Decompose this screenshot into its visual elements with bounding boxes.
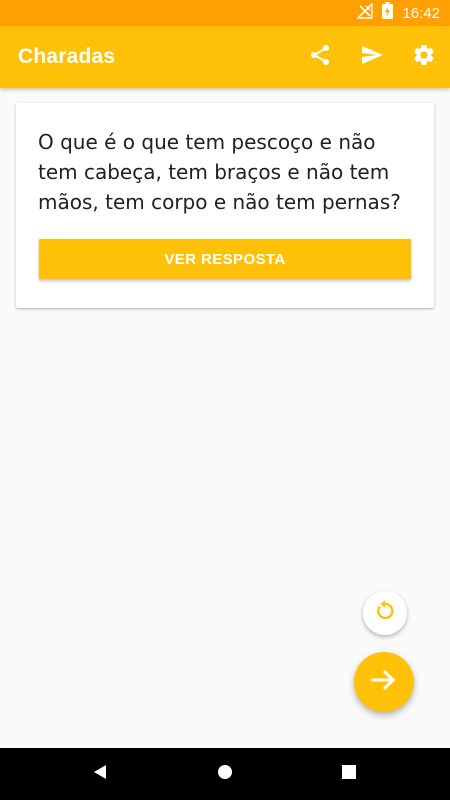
status-icons: 16:42 [356, 0, 440, 26]
home-icon [217, 764, 233, 785]
back-button[interactable] [70, 748, 130, 800]
app-title: Charadas [18, 45, 116, 68]
riddle-card: O que é o que tem pescoço e não tem cabe… [16, 103, 434, 308]
share-button[interactable] [294, 26, 346, 88]
send-button[interactable] [346, 26, 398, 88]
settings-icon [412, 43, 436, 72]
recents-button[interactable] [319, 748, 379, 800]
status-time: 16:42 [402, 4, 440, 22]
home-button[interactable] [195, 748, 255, 800]
status-bar: 16:42 [0, 0, 450, 26]
reset-button[interactable] [363, 591, 407, 635]
show-answer-button[interactable]: VER RESPOSTA [39, 239, 411, 279]
next-riddle-button[interactable] [354, 652, 414, 712]
signal-off-icon [356, 1, 374, 24]
settings-button[interactable] [398, 26, 450, 88]
recents-icon [342, 764, 356, 784]
arrow-right-icon [369, 665, 399, 700]
app-actions [294, 26, 450, 88]
share-icon [308, 43, 332, 72]
battery-charging-icon [382, 2, 394, 24]
app-bar: Charadas [0, 26, 450, 88]
refresh-icon [372, 598, 398, 629]
send-icon [360, 43, 384, 72]
back-icon [92, 764, 108, 785]
riddle-question: O que é o que tem pescoço e não tem cabe… [38, 130, 401, 214]
navigation-bar [0, 748, 450, 800]
